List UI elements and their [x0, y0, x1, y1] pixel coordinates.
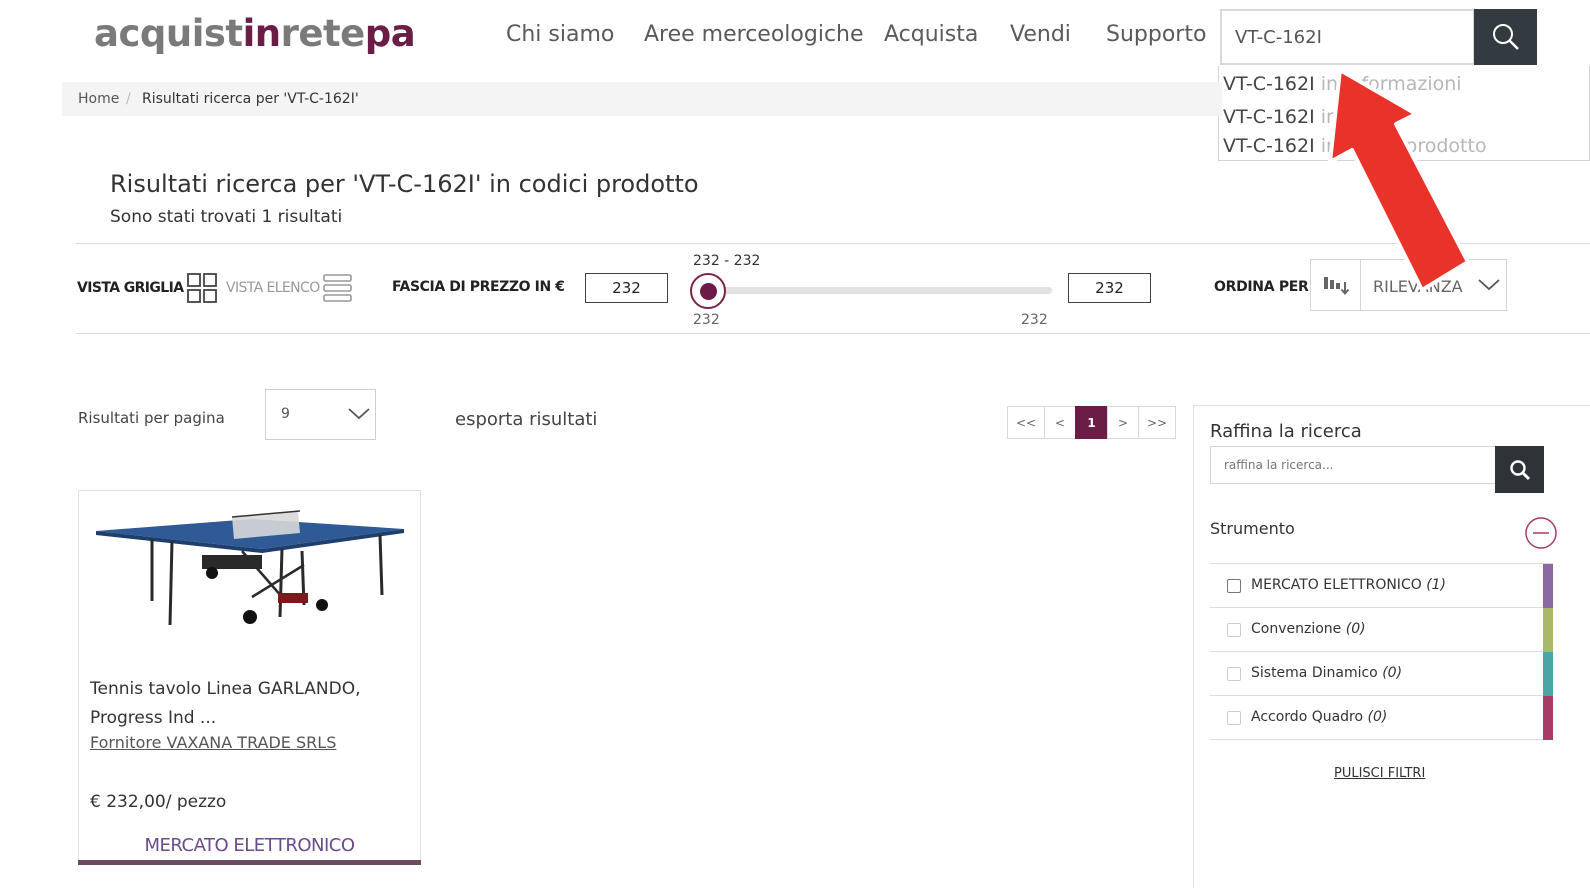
- logo-part-3: rete: [280, 12, 366, 55]
- list-view-label: VISTA ELENCO: [226, 280, 320, 296]
- product-card-accent: [78, 860, 421, 865]
- breadcrumb-current: Risultati ricerca per 'VT-C-162I': [142, 91, 359, 107]
- filter-checkbox[interactable]: [1227, 667, 1241, 681]
- filter-checkbox[interactable]: [1227, 623, 1241, 637]
- product-image[interactable]: [92, 505, 408, 635]
- slider-tick-max: 232: [1021, 312, 1048, 328]
- sort-label: ORDINA PER: [1214, 279, 1309, 295]
- filter-option-convenzione[interactable]: Convenzione (0): [1210, 608, 1553, 652]
- per-page-label: Risultati per pagina: [78, 409, 225, 427]
- divider: [76, 333, 1590, 334]
- filter-checkbox[interactable]: [1227, 711, 1241, 725]
- nav-supporto[interactable]: Supporto: [1106, 22, 1206, 47]
- price-range-label: FASCIA DI PREZZO IN €: [392, 279, 565, 295]
- grid-view-label: VISTA GRIGLIA: [77, 280, 184, 296]
- results-count: Sono stati trovati 1 risultati: [110, 207, 343, 227]
- filter-color-stripe: [1543, 608, 1553, 652]
- filter-color-stripe: [1543, 696, 1553, 740]
- nav-aree-merceologiche[interactable]: Aree merceologiche: [644, 22, 864, 47]
- breadcrumb-home[interactable]: Home: [78, 91, 119, 107]
- filter-color-stripe: [1543, 564, 1553, 608]
- per-page-value: 9: [281, 406, 290, 422]
- nav-vendi[interactable]: Vendi: [1010, 22, 1071, 47]
- filter-checkbox[interactable]: [1227, 579, 1241, 593]
- product-title[interactable]: Tennis tavolo Linea GARLANDO, Progress I…: [90, 675, 361, 733]
- pager-first[interactable]: <<: [1007, 406, 1045, 439]
- search-button[interactable]: [1474, 9, 1537, 65]
- filter-label: Accordo Quadro: [1251, 709, 1364, 725]
- filter-count: (1): [1426, 577, 1447, 593]
- refine-search-button[interactable]: [1495, 446, 1544, 493]
- price-range-readout: 232 - 232: [693, 253, 761, 269]
- filter-count: (0): [1345, 621, 1366, 637]
- annotation-arrow-icon: [1328, 68, 1470, 292]
- filter-option-sistema-dinamico[interactable]: Sistema Dinamico (0): [1210, 652, 1553, 696]
- chevron-down-icon: [348, 408, 370, 420]
- price-max-input[interactable]: 232: [1068, 273, 1151, 303]
- pager-last[interactable]: >>: [1138, 406, 1176, 439]
- filter-option-mercato-elettronico[interactable]: MERCATO ELETTRONICO (1): [1210, 564, 1553, 608]
- search-icon: [1509, 459, 1530, 480]
- product-channel-badge: MERCATO ELETTRONICO: [144, 835, 355, 856]
- list-icon: [322, 274, 352, 302]
- slider-tick-min: 232: [693, 312, 720, 328]
- filter-count: (0): [1382, 665, 1403, 681]
- chevron-down-icon: [1478, 279, 1500, 291]
- refine-field[interactable]: [1210, 446, 1496, 484]
- filter-color-stripe: [1543, 652, 1553, 696]
- filter-option-accordo-quadro[interactable]: Accordo Quadro (0): [1210, 696, 1553, 740]
- price-slider-track[interactable]: [708, 287, 1052, 294]
- filter-label: Convenzione: [1251, 621, 1342, 637]
- refine-input[interactable]: [1211, 447, 1495, 483]
- logo-part-1: acquist: [94, 12, 243, 55]
- refine-title: Raffina la ricerca: [1210, 421, 1362, 442]
- export-results-link[interactable]: esporta risultati: [455, 409, 597, 430]
- pager-next[interactable]: >: [1107, 406, 1139, 439]
- pager-prev[interactable]: <: [1044, 406, 1076, 439]
- product-supplier-link[interactable]: Fornitore VAXANA TRADE SRLS: [90, 733, 336, 752]
- product-title-line-1: Tennis tavolo Linea GARLANDO,: [90, 679, 361, 699]
- page-title: Risultati ricerca per 'VT-C-162I' in cod…: [110, 170, 699, 198]
- pager-page-1[interactable]: 1: [1075, 406, 1108, 439]
- grid-icon: [187, 273, 218, 303]
- site-logo[interactable]: acquistinretepa: [94, 12, 416, 55]
- filter-count: (0): [1367, 709, 1388, 725]
- nav-chi-siamo[interactable]: Chi siamo: [506, 22, 614, 47]
- filter-label: Sistema Dinamico: [1251, 665, 1378, 681]
- clear-filters-link[interactable]: PULISCI FILTRI: [1334, 766, 1425, 781]
- product-title-line-2: Progress Ind ...: [90, 708, 217, 728]
- search-input[interactable]: [1222, 11, 1473, 63]
- price-slider-handle[interactable]: [690, 273, 726, 309]
- product-price: € 232,00/ pezzo: [90, 792, 227, 812]
- logo-part-4: pa: [364, 12, 416, 55]
- grid-view-toggle[interactable]: VISTA GRIGLIA: [77, 273, 218, 303]
- filter-label: MERCATO ELETTRONICO: [1251, 577, 1422, 593]
- search-icon: [1492, 24, 1519, 50]
- price-min-input[interactable]: 232: [585, 273, 668, 303]
- filter-group-title: Strumento: [1210, 519, 1295, 538]
- search-field[interactable]: [1220, 9, 1475, 65]
- breadcrumb-separator: /: [126, 91, 131, 107]
- list-view-toggle[interactable]: VISTA ELENCO: [226, 273, 353, 303]
- nav-acquista[interactable]: Acquista: [884, 22, 978, 47]
- collapse-minus-icon[interactable]: [1524, 516, 1558, 550]
- logo-part-2: in: [242, 12, 282, 55]
